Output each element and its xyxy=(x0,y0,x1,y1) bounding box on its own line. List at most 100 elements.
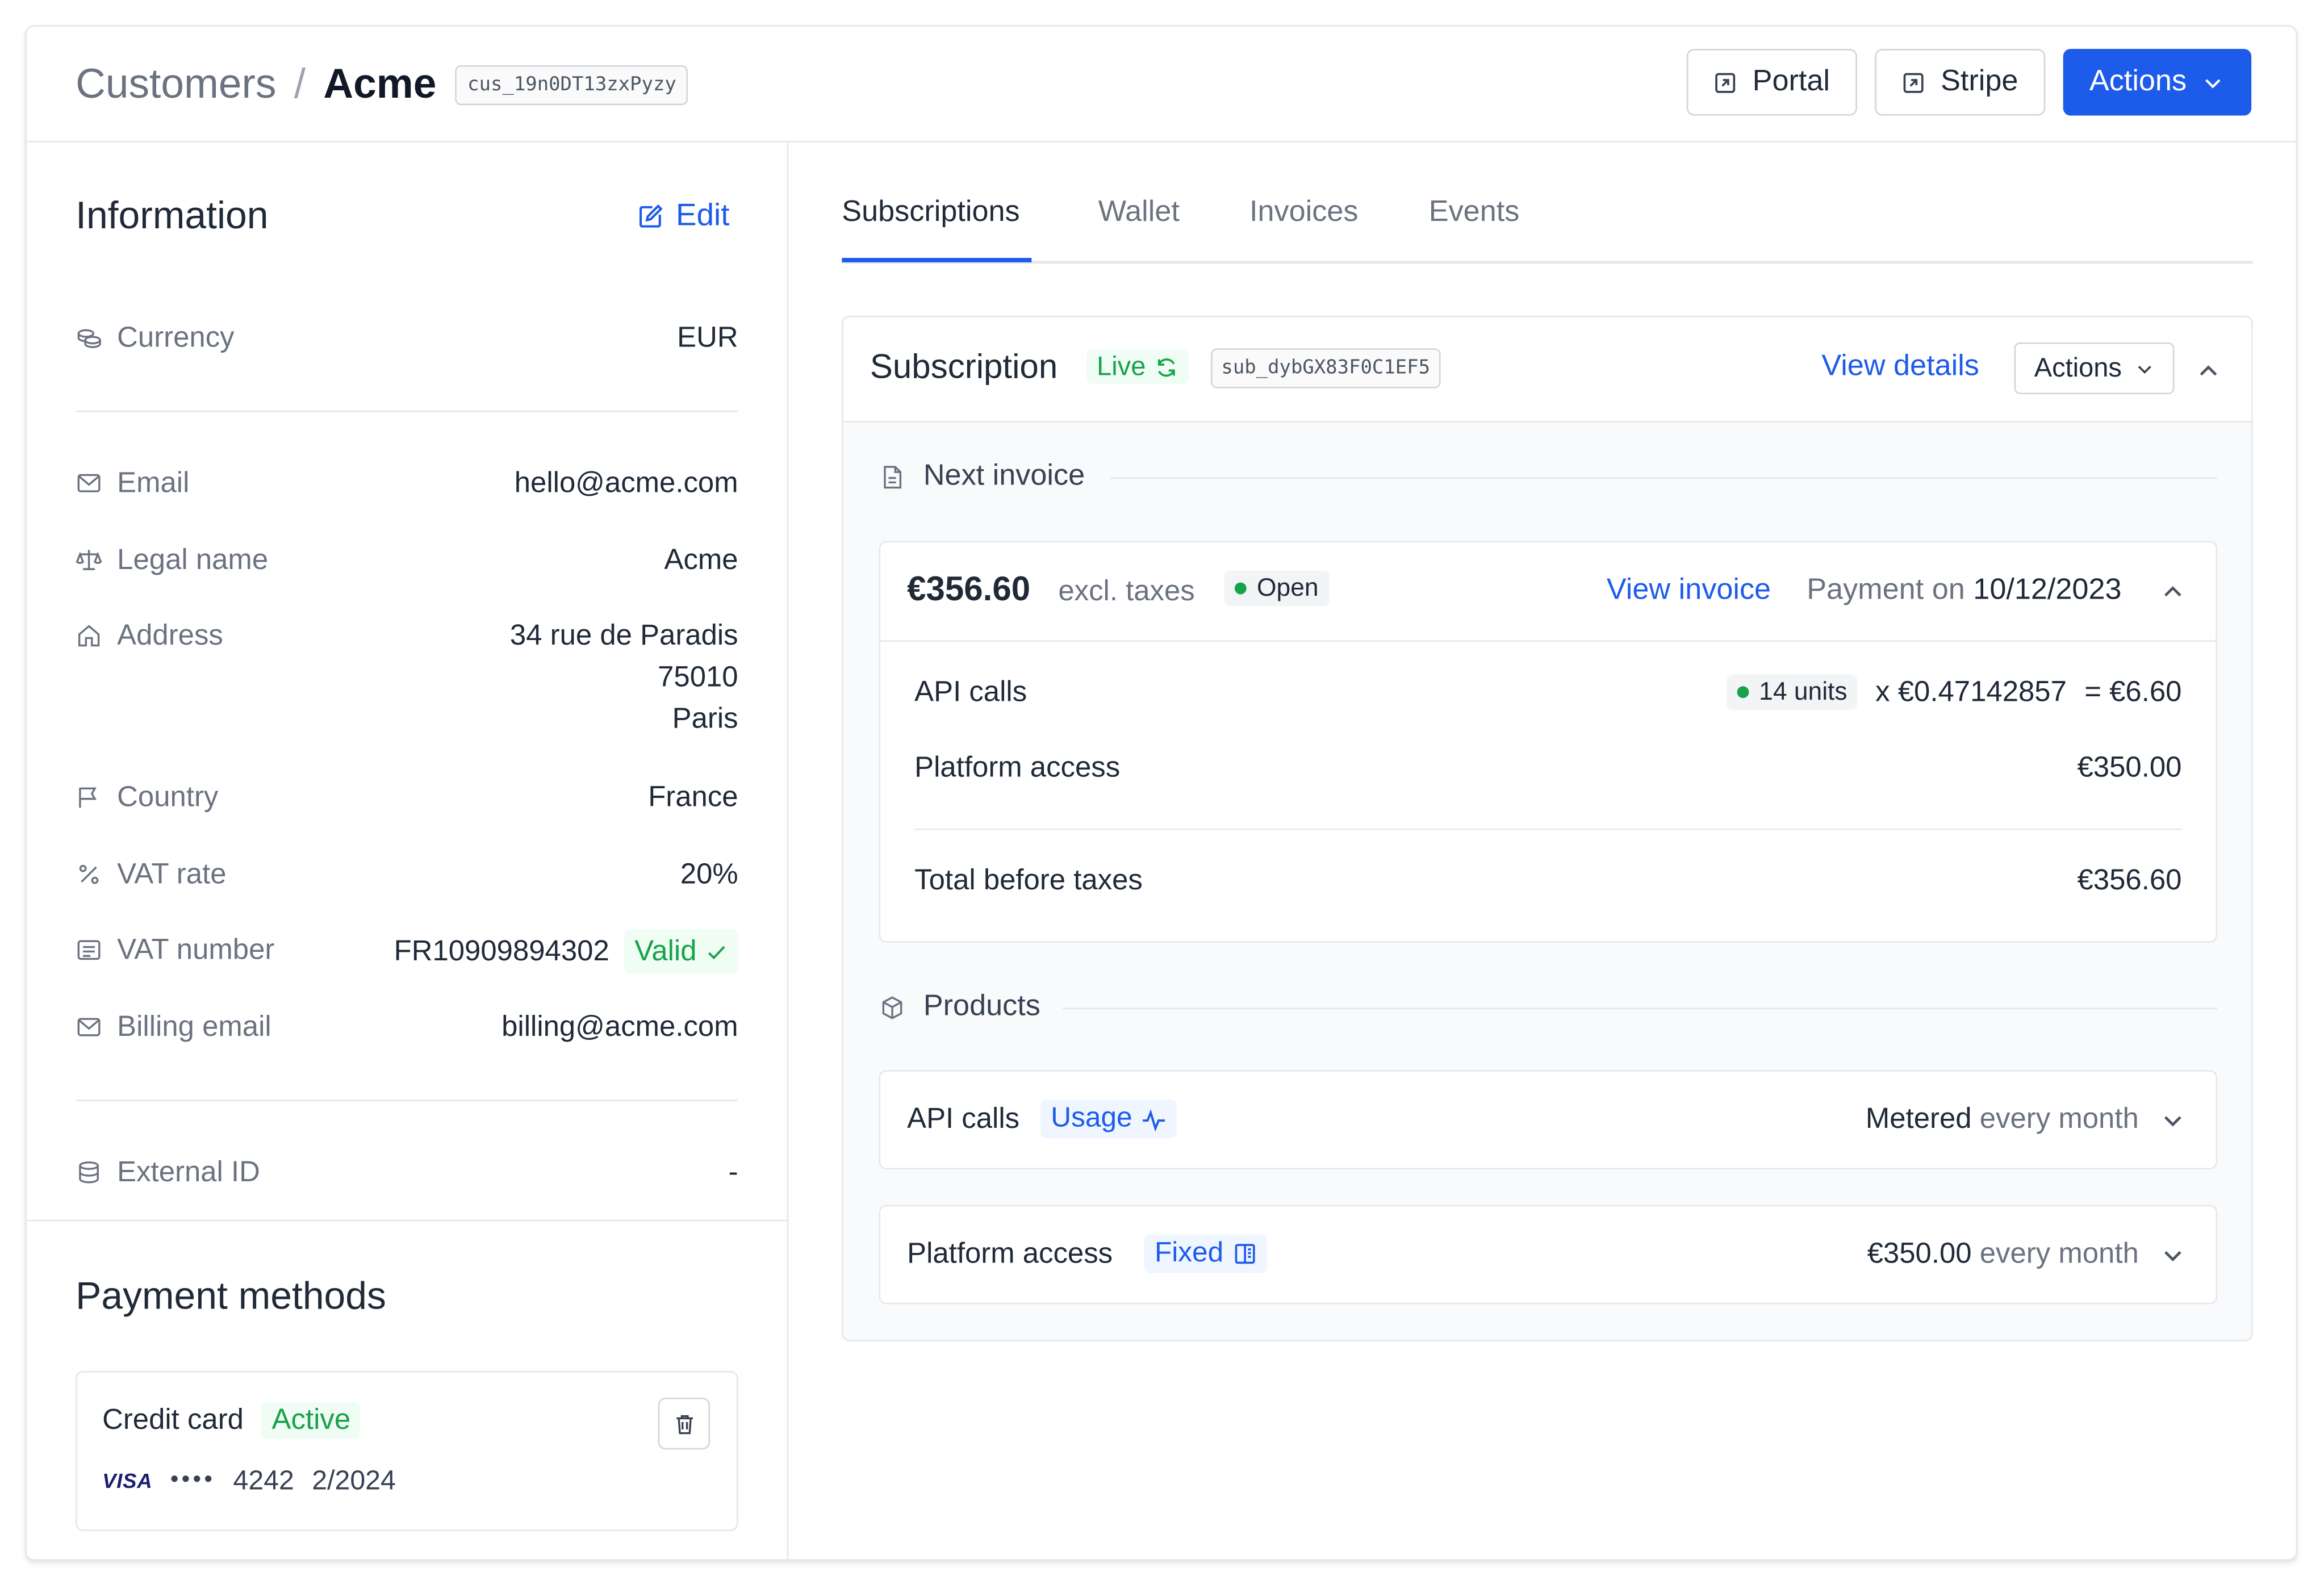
vat-valid-label: Valid xyxy=(634,935,697,968)
subscription-status-label: Live xyxy=(1097,351,1146,381)
currency-value: EUR xyxy=(677,321,738,354)
tab-events[interactable]: Events xyxy=(1429,195,1520,229)
unit-price: x €0.47142857 xyxy=(1875,675,2067,708)
next-invoice-card: €356.60 excl. taxes Open View invoice Pa… xyxy=(879,541,2218,943)
legal-name-label: Legal name xyxy=(117,543,269,577)
address-line-3: Paris xyxy=(672,702,738,735)
tab-invoices[interactable]: Invoices xyxy=(1249,195,1358,229)
active-tab-indicator xyxy=(842,258,1032,262)
edit-label: Edit xyxy=(676,198,730,233)
status-dot xyxy=(1234,582,1247,595)
invoice-status-label: Open xyxy=(1257,573,1319,602)
external-link-icon xyxy=(1904,72,1924,93)
product-name: Platform access xyxy=(907,1237,1113,1270)
breadcrumb-separator: / xyxy=(294,60,306,107)
portal-button[interactable]: Portal xyxy=(1686,49,1857,116)
units-label: 14 units xyxy=(1759,677,1848,706)
customer-info-panel: Information Edit Currency EUR Email hell… xyxy=(26,142,789,1559)
product-price-suffix: every month xyxy=(1979,1237,2139,1270)
payment-date-prefix: Payment on xyxy=(1807,573,1965,607)
section-divider xyxy=(26,1219,789,1222)
billing-email-value: billing@acme.com xyxy=(501,1010,738,1044)
line-item-total: €350.00 xyxy=(2077,751,2182,784)
product-item[interactable]: API calls Usage Metered every month xyxy=(879,1070,2218,1170)
information-title: Information xyxy=(76,193,269,237)
chevron-down-icon xyxy=(2137,365,2151,373)
subscription-actions-button[interactable]: Actions xyxy=(2014,342,2175,395)
stripe-button-label: Stripe xyxy=(1941,65,2018,98)
actions-button[interactable]: Actions xyxy=(2063,49,2252,116)
subscription-id-badge[interactable]: sub_dybGX83F0C1EF5 xyxy=(1211,348,1441,388)
next-invoice-label: Next invoice xyxy=(923,459,1085,492)
product-tag-badge: Fixed xyxy=(1144,1234,1268,1273)
activity-icon xyxy=(1143,1108,1165,1131)
payment-date-text: Payment on 10/12/2023 xyxy=(1807,574,2121,608)
coins-icon xyxy=(77,329,101,348)
product-price: Metered every month xyxy=(1866,1103,2139,1137)
stripe-button[interactable]: Stripe xyxy=(1875,49,2046,116)
check-icon xyxy=(708,945,725,959)
customer-id-badge[interactable]: cus_19n0DT13zxPyzy xyxy=(455,64,688,104)
units-badge: 14 units xyxy=(1726,674,1858,710)
card-expiry: 2/2024 xyxy=(312,1464,396,1496)
card-last4: 4242 xyxy=(233,1464,294,1496)
card-status-badge: Active xyxy=(261,1402,361,1440)
flag-icon xyxy=(79,787,97,808)
invoice-total-row: Total before taxes €356.60 xyxy=(914,864,2181,898)
external-id-value: - xyxy=(728,1156,738,1189)
edit-button[interactable]: Edit xyxy=(637,199,729,235)
visa-logo: VISA xyxy=(102,1469,153,1492)
document-text-icon xyxy=(77,940,101,960)
card-type: Credit card xyxy=(102,1403,244,1436)
chevron-down-icon[interactable] xyxy=(2159,1242,2186,1269)
subscription-card: Subscription Live sub_dybGX83F0C1EF5 Vie… xyxy=(842,315,2253,1341)
page-header: Customers / Acme cus_19n0DT13zxPyzy Port… xyxy=(26,27,2296,143)
address-value: 34 rue de Paradis 75010 Paris xyxy=(510,615,738,739)
product-tag-badge: Usage xyxy=(1040,1099,1177,1139)
chevron-up-icon[interactable] xyxy=(2159,578,2186,605)
external-id-row: External ID - xyxy=(76,1152,738,1193)
tab-wallet[interactable]: Wallet xyxy=(1098,195,1180,229)
vat-rate-value: 20% xyxy=(680,858,738,891)
tab-subscriptions[interactable]: Subscriptions xyxy=(842,195,1019,229)
page-title: Acme xyxy=(323,60,437,107)
product-item[interactable]: Platform access Fixed €350.00 every mont… xyxy=(879,1205,2218,1304)
vat-number-label: VAT number xyxy=(117,934,275,967)
chevron-up-icon[interactable] xyxy=(2195,357,2222,384)
delete-card-button[interactable] xyxy=(658,1397,710,1450)
customer-page: Customers / Acme cus_19n0DT13zxPyzy Port… xyxy=(25,25,2298,1561)
book-icon xyxy=(1235,1244,1256,1264)
edit-icon xyxy=(639,204,663,228)
subscription-status-badge: Live xyxy=(1086,349,1189,384)
portal-button-label: Portal xyxy=(1752,65,1830,98)
subscription-title: Subscription xyxy=(870,346,1058,386)
product-price-main: €350.00 xyxy=(1867,1237,1972,1270)
subscriptions-panel: Subscriptions Wallet Invoices Events Sub… xyxy=(788,143,2296,1559)
payment-methods-title: Payment methods xyxy=(76,1273,386,1318)
card-mask-dots: •••• xyxy=(170,1467,216,1492)
view-invoice-link[interactable]: View invoice xyxy=(1607,574,1771,608)
email-label: Email xyxy=(117,467,190,500)
divider xyxy=(76,1099,738,1102)
address-line-1: 34 rue de Paradis xyxy=(509,619,738,653)
subscription-actions-label: Actions xyxy=(2034,353,2122,383)
country-row: Country France xyxy=(76,776,738,818)
total-label: Total before taxes xyxy=(914,864,1143,897)
address-label: Address xyxy=(117,619,223,653)
view-details-link[interactable]: View details xyxy=(1821,350,1979,384)
product-price: €350.00 every month xyxy=(1867,1237,2139,1272)
trash-icon xyxy=(676,1414,692,1433)
home-icon xyxy=(78,625,100,647)
billing-email-label: Billing email xyxy=(117,1010,271,1044)
vat-number-row: VAT number FR10909894302 Valid xyxy=(76,929,738,974)
external-id-label: External ID xyxy=(117,1156,260,1189)
chevron-down-icon[interactable] xyxy=(2159,1107,2186,1134)
country-label: Country xyxy=(117,781,219,814)
credit-card-item: Credit card Active VISA •••• 4242 2/2024 xyxy=(76,1370,738,1531)
mail-icon xyxy=(77,1018,101,1036)
vat-rate-row: VAT rate 20% xyxy=(76,854,738,895)
divider xyxy=(1063,1007,2218,1010)
invoice-status-badge: Open xyxy=(1224,570,1329,607)
breadcrumb-customers-link[interactable]: Customers xyxy=(76,59,276,110)
percent-icon xyxy=(79,864,99,884)
